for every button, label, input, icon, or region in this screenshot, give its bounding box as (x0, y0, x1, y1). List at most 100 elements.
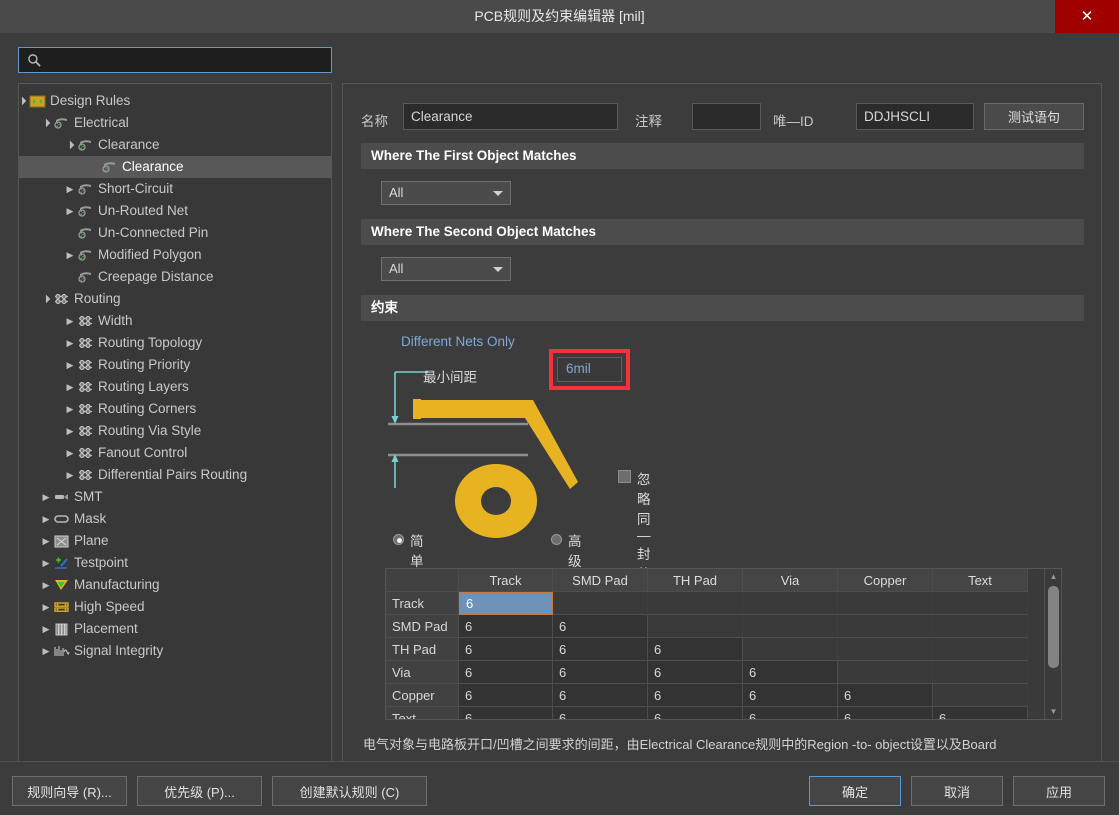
tree-item-design-rules[interactable]: ◢ Design Rules (19, 90, 331, 112)
search-box[interactable] (18, 47, 332, 73)
chevron-right-icon[interactable]: ▶ (39, 618, 53, 640)
chevron-right-icon[interactable]: ▶ (63, 178, 77, 200)
matrix-cell[interactable]: 6 (459, 615, 553, 638)
matrix-cell[interactable]: 6 (933, 707, 1028, 719)
matrix-scrollbar[interactable]: ▲ ▼ (1044, 569, 1061, 719)
chevron-right-icon[interactable]: ▶ (63, 420, 77, 442)
matrix-cell[interactable] (838, 615, 933, 638)
tree-item-mask[interactable]: ▶ Mask (19, 508, 331, 530)
matrix-cell[interactable] (648, 615, 743, 638)
matrix-cell[interactable] (648, 592, 743, 615)
clearance-matrix[interactable]: Track SMD Pad TH Pad Via Copper Text Track 6 SMD… (385, 568, 1062, 720)
tree-item-routing[interactable]: ◢ Routing (19, 288, 331, 310)
matrix-cell[interactable]: 6 (553, 684, 648, 707)
matrix-cell[interactable] (933, 684, 1028, 707)
chevron-right-icon[interactable]: ▶ (39, 574, 53, 596)
matrix-cell[interactable] (838, 592, 933, 615)
chevron-right-icon[interactable]: ▶ (63, 442, 77, 464)
matrix-cell[interactable]: 6 (459, 684, 553, 707)
matrix-cell[interactable] (743, 592, 838, 615)
matrix-cell[interactable] (553, 592, 648, 615)
matrix-cell[interactable] (838, 638, 933, 661)
tree-item-clearance[interactable]: Clearance (19, 156, 331, 178)
priority-button[interactable]: 优先级 (P)... (137, 776, 262, 806)
tree-item-short-circuit[interactable]: ▶ Short-Circuit (19, 178, 331, 200)
matrix-cell[interactable]: 6 (553, 615, 648, 638)
test-query-button[interactable]: 测试语句 (984, 103, 1084, 130)
chevron-right-icon[interactable]: ▶ (63, 398, 77, 420)
matrix-scrollbar-thumb[interactable] (1048, 586, 1059, 668)
tree-item-signal-integrity[interactable]: ▶ Signal Integrity (19, 640, 331, 662)
matrix-cell[interactable] (933, 638, 1028, 661)
chevron-right-icon[interactable]: ▶ (39, 508, 53, 530)
tree-item-un-routed-net[interactable]: ▶ Un-Routed Net (19, 200, 331, 222)
chevron-right-icon[interactable]: ▶ (39, 552, 53, 574)
create-default-rules-button[interactable]: 创建默认规则 (C) (272, 776, 427, 806)
chevron-right-icon[interactable]: ▶ (39, 486, 53, 508)
chevron-right-icon[interactable]: ▶ (63, 332, 77, 354)
matrix-cell[interactable] (933, 615, 1028, 638)
chevron-right-icon[interactable]: ▶ (63, 464, 77, 486)
scroll-down-icon[interactable]: ▼ (1045, 704, 1061, 719)
tree-item-un-connected-pin[interactable]: Un-Connected Pin (19, 222, 331, 244)
scroll-up-icon[interactable]: ▲ (1045, 569, 1061, 584)
chevron-right-icon[interactable]: ▶ (63, 310, 77, 332)
chevron-right-icon[interactable]: ▶ (63, 200, 77, 222)
matrix-cell[interactable]: 6 (459, 592, 553, 615)
tree-item-placement[interactable]: ▶ Placement (19, 618, 331, 640)
chevron-right-icon[interactable]: ▶ (63, 376, 77, 398)
tree-item-smt[interactable]: ▶ SMT (19, 486, 331, 508)
matrix-cell[interactable] (933, 592, 1028, 615)
chevron-right-icon[interactable]: ▶ (63, 354, 77, 376)
tree-item-creepage-distance[interactable]: Creepage Distance (19, 266, 331, 288)
first-object-scope-select[interactable]: All (381, 181, 511, 205)
matrix-cell[interactable]: 6 (743, 684, 838, 707)
matrix-cell[interactable]: 6 (459, 638, 553, 661)
matrix-cell[interactable]: 6 (553, 661, 648, 684)
matrix-cell[interactable]: 6 (553, 707, 648, 719)
comment-field[interactable] (692, 103, 761, 130)
matrix-cell[interactable]: 6 (648, 684, 743, 707)
design-rules-tree[interactable]: ◢ Design Rules ◢ Electrical ◢ Clearance Cleara… (18, 83, 332, 790)
tree-item-plane[interactable]: ▶ Plane (19, 530, 331, 552)
matrix-cell[interactable] (743, 638, 838, 661)
name-field[interactable] (403, 103, 618, 130)
ok-button[interactable]: 确定 (809, 776, 901, 806)
tree-item-clearance[interactable]: ◢ Clearance (19, 134, 331, 156)
search-input[interactable] (47, 48, 327, 72)
matrix-cell[interactable] (838, 661, 933, 684)
chevron-right-icon[interactable]: ▶ (63, 244, 77, 266)
tree-item-high-speed[interactable]: ▶ High Speed (19, 596, 331, 618)
chevron-right-icon[interactable]: ▶ (39, 530, 53, 552)
matrix-cell[interactable]: 6 (648, 707, 743, 719)
tree-item-routing-via-style[interactable]: ▶ Routing Via Style (19, 420, 331, 442)
matrix-cell[interactable]: 6 (648, 638, 743, 661)
chevron-right-icon[interactable]: ▶ (39, 640, 53, 662)
matrix-cell[interactable]: 6 (648, 661, 743, 684)
tree-item-testpoint[interactable]: ▶ Testpoint (19, 552, 331, 574)
unique-id-field[interactable] (856, 103, 974, 130)
chevron-right-icon[interactable]: ▶ (39, 596, 53, 618)
tree-item-manufacturing[interactable]: ▶ Manufacturing (19, 574, 331, 596)
tree-item-routing-corners[interactable]: ▶ Routing Corners (19, 398, 331, 420)
tree-item-differential-pairs-routing[interactable]: ▶ Differential Pairs Routing (19, 464, 331, 486)
cancel-button[interactable]: 取消 (911, 776, 1003, 806)
tree-item-fanout-control[interactable]: ▶ Fanout Control (19, 442, 331, 464)
close-icon[interactable]: ✕ (1055, 0, 1119, 33)
min-clearance-value[interactable]: 6mil (557, 357, 622, 382)
matrix-cell[interactable]: 6 (838, 684, 933, 707)
matrix-cell[interactable]: 6 (553, 638, 648, 661)
matrix-cell[interactable]: 6 (743, 707, 838, 719)
matrix-cell[interactable] (743, 615, 838, 638)
matrix-cell[interactable]: 6 (838, 707, 933, 719)
tree-item-routing-topology[interactable]: ▶ Routing Topology (19, 332, 331, 354)
matrix-cell[interactable] (933, 661, 1028, 684)
tree-item-width[interactable]: ▶ Width (19, 310, 331, 332)
tree-item-electrical[interactable]: ◢ Electrical (19, 112, 331, 134)
matrix-cell[interactable]: 6 (743, 661, 838, 684)
tree-item-routing-layers[interactable]: ▶ Routing Layers (19, 376, 331, 398)
apply-button[interactable]: 应用 (1013, 776, 1105, 806)
tree-item-routing-priority[interactable]: ▶ Routing Priority (19, 354, 331, 376)
tree-item-modified-polygon[interactable]: ▶ Modified Polygon (19, 244, 331, 266)
second-object-scope-select[interactable]: All (381, 257, 511, 281)
